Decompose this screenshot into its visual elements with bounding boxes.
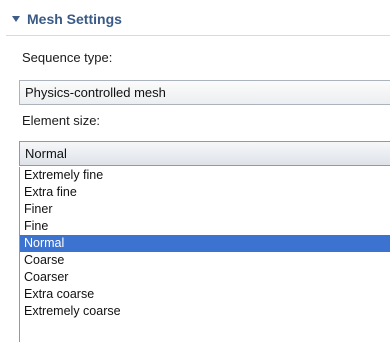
element-size-option[interactable]: Extremely fine xyxy=(20,167,390,184)
element-size-option[interactable]: Extra coarse xyxy=(20,286,390,303)
element-size-option[interactable]: Coarser xyxy=(20,269,390,286)
sequence-type-field[interactable]: Physics-controlled mesh xyxy=(19,80,390,105)
collapse-triangle-icon[interactable] xyxy=(12,15,20,22)
mesh-settings-section-header[interactable]: Mesh Settings xyxy=(6,2,390,36)
element-size-option[interactable]: Fine xyxy=(20,218,390,235)
element-size-option[interactable]: Finer xyxy=(20,201,390,218)
element-size-option[interactable]: Extra fine xyxy=(20,184,390,201)
element-size-option[interactable]: Extremely coarse xyxy=(20,303,390,320)
element-size-label: Element size: xyxy=(22,113,101,128)
mesh-settings-panel: Mesh Settings Sequence type: Physics-con… xyxy=(0,0,390,342)
sequence-type-label: Sequence type: xyxy=(22,50,113,65)
element-size-option[interactable]: Normal xyxy=(20,235,390,252)
element-size-option[interactable]: Coarse xyxy=(20,252,390,269)
element-size-dropdown-list: Extremely fine Extra fine Finer Fine Normal C… xyxy=(19,167,390,342)
section-title: Mesh Settings xyxy=(27,10,122,27)
element-size-select[interactable]: Normal xyxy=(19,141,390,166)
